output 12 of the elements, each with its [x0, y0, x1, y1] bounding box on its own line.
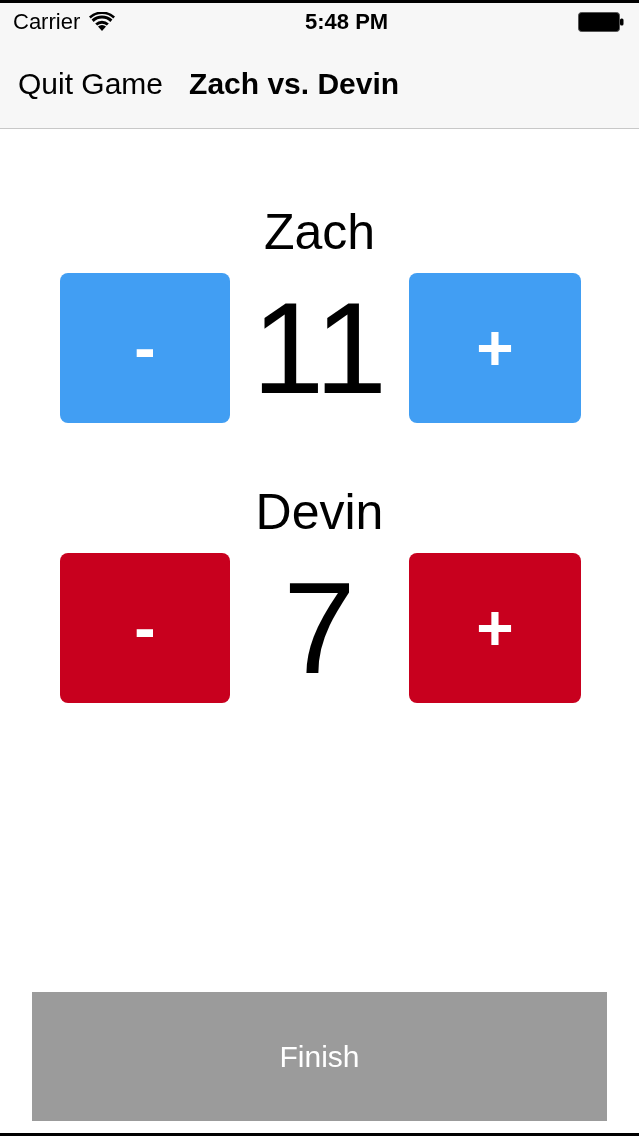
nav-title: Zach vs. Devin: [189, 69, 400, 99]
player-name: Devin: [255, 483, 384, 541]
status-time: 5:48 PM: [305, 10, 389, 33]
decrement-button[interactable]: -: [60, 553, 230, 703]
wifi-icon: [89, 12, 116, 31]
battery-icon: [578, 11, 624, 32]
carrier-label: Carrier: [13, 10, 81, 33]
player-name: Zach: [263, 203, 376, 261]
score-value: 7: [283, 563, 356, 693]
quit-game-button[interactable]: Quit Game: [18, 69, 164, 99]
score-value: 11: [252, 283, 387, 413]
increment-button[interactable]: +: [409, 553, 581, 703]
